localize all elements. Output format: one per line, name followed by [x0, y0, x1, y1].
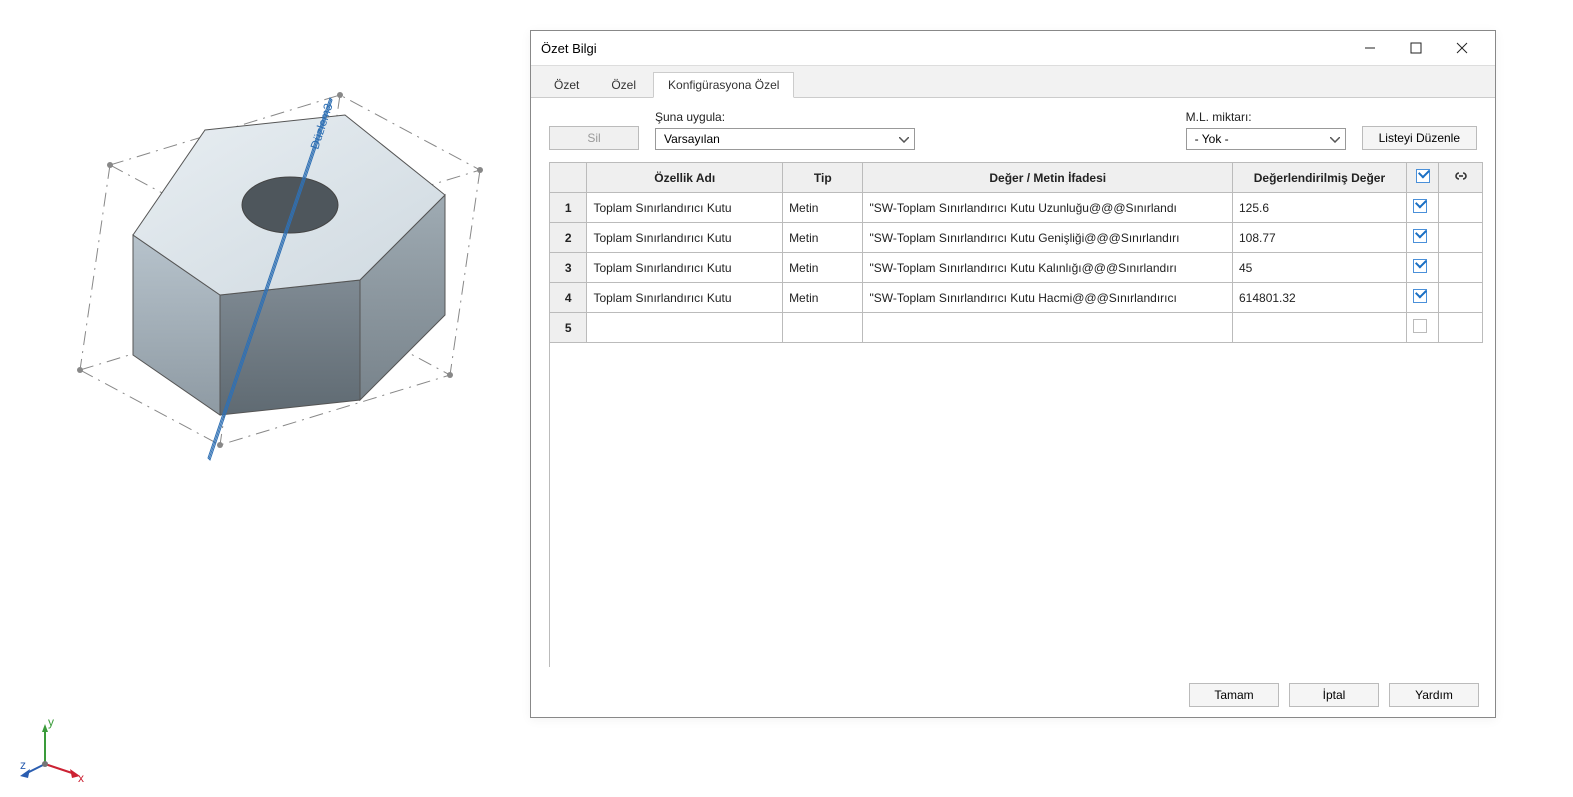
apply-to-select[interactable]: Varsayılan	[655, 128, 915, 150]
prop-value-cell[interactable]	[1233, 313, 1407, 343]
prop-expr-cell[interactable]: "SW-Toplam Sınırlandırıcı Kutu Uzunluğu@…	[863, 193, 1233, 223]
maximize-button[interactable]	[1393, 32, 1439, 64]
model-viewport[interactable]: Düzlem3	[0, 0, 530, 797]
prop-name-cell[interactable]: Toplam Sınırlandırıcı Kutu	[587, 193, 783, 223]
prop-type-cell[interactable]	[783, 313, 863, 343]
prop-value-cell[interactable]: 125.6	[1233, 193, 1407, 223]
minimize-button[interactable]	[1347, 32, 1393, 64]
ml-amount-select[interactable]: - Yok -	[1186, 128, 1346, 150]
prop-link-cell[interactable]	[1439, 283, 1483, 313]
prop-name-cell[interactable]: Toplam Sınırlandırıcı Kutu	[587, 253, 783, 283]
toolbar: Sil Şuna uygula: Varsayılan M.L. miktarı…	[531, 98, 1495, 162]
properties-table[interactable]: Özellik Adı Tip Değer / Metin İfadesi De…	[549, 162, 1483, 667]
table-row[interactable]: 4Toplam Sınırlandırıcı KutuMetin"SW-Topl…	[550, 283, 1483, 313]
summary-info-dialog: Özet Bilgi Özet Özel Konfigürasyona Özel…	[530, 30, 1496, 718]
row-index: 1	[550, 193, 587, 223]
row-index: 2	[550, 223, 587, 253]
close-button[interactable]	[1439, 32, 1485, 64]
table-row[interactable]: 1Toplam Sınırlandırıcı KutuMetin"SW-Topl…	[550, 193, 1483, 223]
prop-expr-cell[interactable]: "SW-Toplam Sınırlandırıcı Kutu Hacmi@@@S…	[863, 283, 1233, 313]
prop-expr-cell[interactable]: "SW-Toplam Sınırlandırıcı Kutu Kalınlığı…	[863, 253, 1233, 283]
coordinate-triad: y x z	[20, 714, 90, 787]
table-row[interactable]: 2Toplam Sınırlandırıcı KutuMetin"SW-Topl…	[550, 223, 1483, 253]
prop-link-cell[interactable]	[1439, 223, 1483, 253]
model-svg: Düzlem3	[40, 60, 520, 540]
ok-button[interactable]: Tamam	[1189, 683, 1279, 707]
prop-check-cell[interactable]	[1406, 253, 1439, 283]
prop-name-cell[interactable]: Toplam Sınırlandırıcı Kutu	[587, 283, 783, 313]
prop-name-cell[interactable]	[587, 313, 783, 343]
table-header-row: Özellik Adı Tip Değer / Metin İfadesi De…	[550, 163, 1483, 193]
titlebar[interactable]: Özet Bilgi	[531, 31, 1495, 66]
svg-text:x: x	[78, 771, 84, 784]
prop-value-cell[interactable]: 614801.32	[1233, 283, 1407, 313]
dialog-footer: Tamam İptal Yardım	[531, 673, 1495, 717]
prop-check-cell[interactable]	[1406, 223, 1439, 253]
check-all-icon[interactable]	[1416, 169, 1430, 183]
prop-check-cell[interactable]	[1406, 313, 1439, 343]
delete-button: Sil	[549, 126, 639, 150]
row-index: 3	[550, 253, 587, 283]
prop-type-cell[interactable]: Metin	[783, 283, 863, 313]
row-index: 5	[550, 313, 587, 343]
prop-type-cell[interactable]: Metin	[783, 253, 863, 283]
tab-summary[interactable]: Özet	[539, 72, 594, 97]
edit-list-button[interactable]: Listeyi Düzenle	[1362, 126, 1477, 150]
prop-value-cell[interactable]: 108.77	[1233, 223, 1407, 253]
help-button[interactable]: Yardım	[1389, 683, 1479, 707]
svg-text:y: y	[48, 715, 54, 729]
prop-value-cell[interactable]: 45	[1233, 253, 1407, 283]
table-row[interactable]: 5	[550, 313, 1483, 343]
link-icon	[1452, 170, 1470, 185]
ml-amount-label: M.L. miktarı:	[1186, 110, 1346, 124]
prop-expr-cell[interactable]: "SW-Toplam Sınırlandırıcı Kutu Genişliği…	[863, 223, 1233, 253]
prop-type-cell[interactable]: Metin	[783, 223, 863, 253]
prop-expr-cell[interactable]	[863, 313, 1233, 343]
prop-check-cell[interactable]	[1406, 193, 1439, 223]
cancel-button[interactable]: İptal	[1289, 683, 1379, 707]
prop-link-cell[interactable]	[1439, 253, 1483, 283]
row-index: 4	[550, 283, 587, 313]
prop-check-cell[interactable]	[1406, 283, 1439, 313]
prop-link-cell[interactable]	[1439, 193, 1483, 223]
svg-text:z: z	[20, 758, 26, 772]
dialog-title: Özet Bilgi	[541, 41, 597, 56]
tab-config-specific[interactable]: Konfigürasyona Özel	[653, 72, 794, 98]
tab-custom[interactable]: Özel	[596, 72, 651, 97]
table-row[interactable]: 3Toplam Sınırlandırıcı KutuMetin"SW-Topl…	[550, 253, 1483, 283]
apply-to-label: Şuna uygula:	[655, 110, 915, 124]
tabstrip: Özet Özel Konfigürasyona Özel	[531, 66, 1495, 98]
prop-name-cell[interactable]: Toplam Sınırlandırıcı Kutu	[587, 223, 783, 253]
prop-link-cell[interactable]	[1439, 313, 1483, 343]
prop-type-cell[interactable]: Metin	[783, 193, 863, 223]
